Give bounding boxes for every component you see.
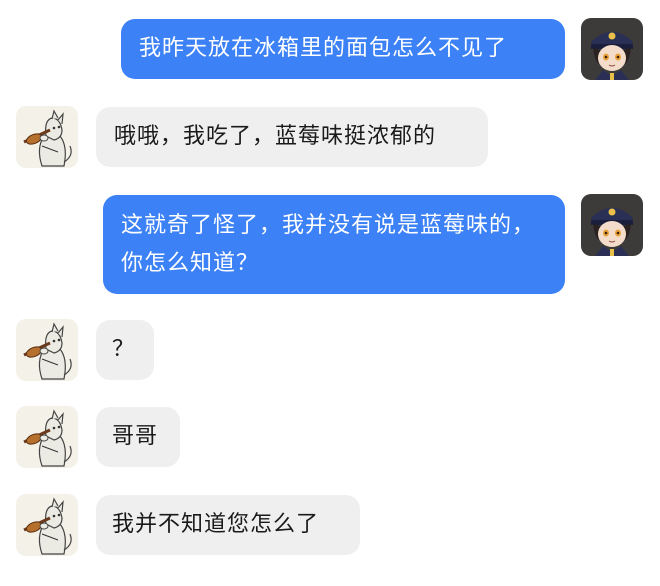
boy-cap-avatar[interactable] [581,18,643,80]
cat-avatar-icon [16,319,78,381]
cat-sketch-avatar[interactable] [16,106,78,168]
boy-avatar-icon [581,18,643,80]
cat-sketch-avatar[interactable] [16,319,78,381]
cat-sketch-avatar[interactable] [16,406,78,468]
message-bubble-sent[interactable]: 这就奇了怪了，我并没有说是蓝莓味的，你怎么知道？ [103,195,565,294]
cat-avatar-icon [16,406,78,468]
message-bubble-received[interactable]: 哦哦，我吃了，蓝莓味挺浓郁的 [96,107,488,167]
message-bubble-sent[interactable]: 我昨天放在冰箱里的面包怎么不见了 [121,19,565,79]
cat-avatar-icon [16,106,78,168]
message-bubble-received[interactable]: 我并不知道您怎么了 [96,495,360,555]
boy-avatar-icon [581,194,643,256]
cat-sketch-avatar[interactable] [16,494,78,556]
message-bubble-received[interactable]: 哥哥 [96,407,180,467]
boy-cap-avatar[interactable] [581,194,643,256]
message-bubble-received[interactable]: ？ [96,320,154,380]
cat-avatar-icon [16,494,78,556]
